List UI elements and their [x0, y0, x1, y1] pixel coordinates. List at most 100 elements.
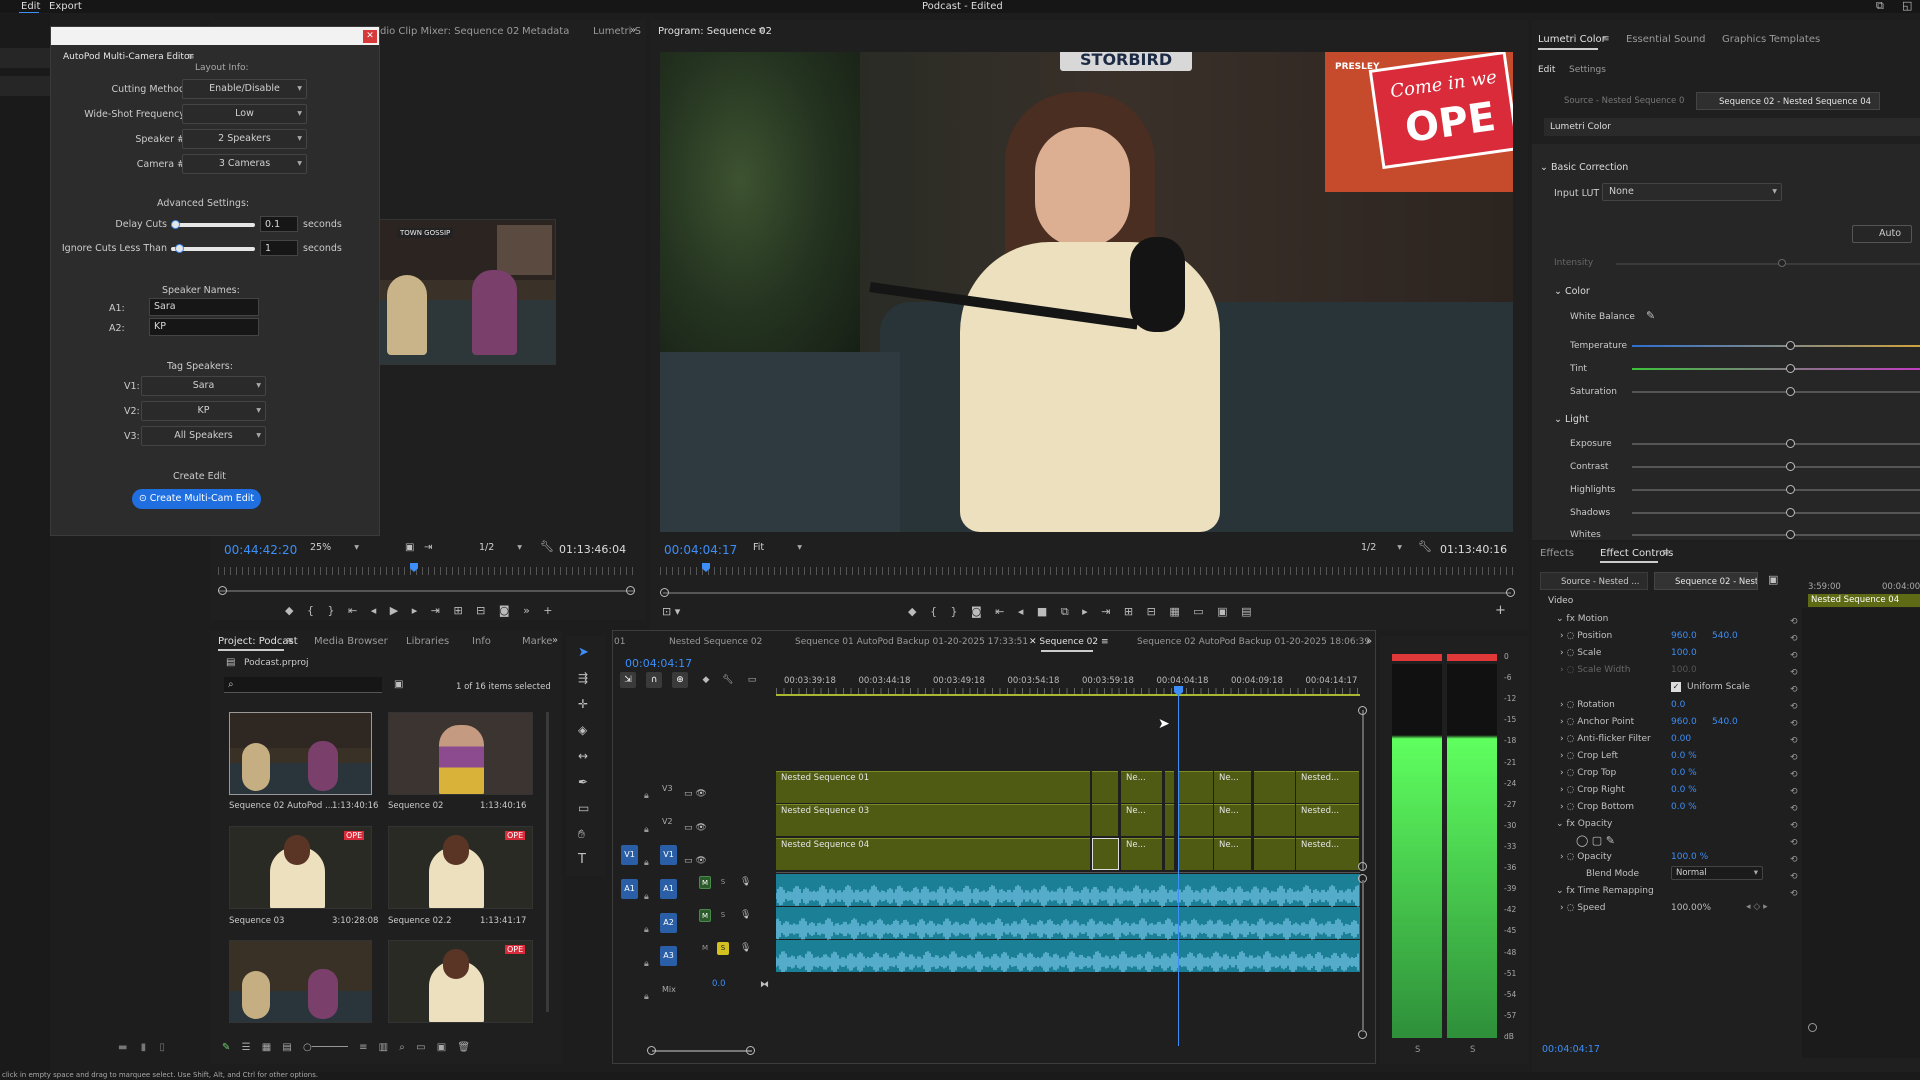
clip-segment[interactable] — [1165, 838, 1174, 870]
ec-crop-bottom[interactable]: › ◌ Crop Bottom — [1560, 802, 1634, 812]
program-wrench-icon[interactable]: 🔧︎ — [1418, 541, 1432, 553]
camera-icon[interactable]: ◙ — [499, 604, 510, 617]
program-zoom-handle-left[interactable] — [660, 588, 669, 597]
program-fit-select[interactable]: Fit — [750, 541, 806, 557]
source-settings-icon[interactable]: ▣ — [405, 542, 414, 554]
in-point-icon[interactable]: { — [930, 605, 937, 618]
pencil-icon[interactable]: ✎ — [222, 1042, 230, 1053]
razor-tool-icon[interactable]: ◈ — [578, 724, 587, 736]
cutting-method-select[interactable]: Enable/Disable — [182, 79, 307, 99]
go-in-icon[interactable]: ⇤ — [995, 605, 1004, 618]
source-wrench-icon[interactable]: 🔧︎ — [540, 541, 554, 553]
a2-mute-button[interactable]: M — [699, 909, 711, 922]
ec-scale[interactable]: › ◌ Scale — [1560, 648, 1601, 658]
lumetri-subtab-edit[interactable]: Edit — [1538, 65, 1555, 75]
clip-segment[interactable]: Nested... — [1296, 838, 1359, 870]
a1-voiceover-icon[interactable]: 🎙︎ — [740, 876, 751, 888]
overwrite-icon[interactable]: ⊟ — [476, 604, 485, 617]
ec-position-y[interactable]: 540.0 — [1712, 631, 1738, 641]
project-item-thumb-5[interactable] — [229, 940, 372, 1023]
lumetri-name-bar[interactable]: Lumetri Color — [1544, 118, 1920, 136]
clip-segment[interactable] — [1254, 771, 1295, 803]
more-icon[interactable]: » — [523, 604, 530, 617]
program-scrubber[interactable] — [660, 567, 1513, 575]
clip-segment[interactable]: Ne... — [1121, 838, 1162, 870]
clip-segment[interactable] — [1178, 838, 1213, 870]
wide-shot-select[interactable]: Low — [182, 104, 307, 124]
a2-solo-button[interactable]: S — [717, 909, 729, 922]
ec-speed[interactable]: › ◌ Speed — [1560, 903, 1605, 913]
out-point-icon[interactable]: } — [327, 604, 334, 617]
ec-flicker[interactable]: › ◌ Anti-flicker Filter — [1560, 734, 1651, 744]
delay-cuts-knob[interactable] — [171, 220, 181, 229]
ec-crop-left[interactable]: › ◌ Crop Left — [1560, 751, 1618, 761]
ec-scale-value[interactable]: 100.0 — [1671, 648, 1697, 658]
linked-select-icon[interactable]: ⊕ — [672, 672, 688, 688]
delete-icon[interactable]: ▯ — [159, 1042, 165, 1053]
source-timecode[interactable]: 00:44:42:20 — [224, 543, 297, 557]
go-out-icon[interactable]: ⇥ — [1101, 605, 1110, 618]
folder-icon[interactable]: ▬ — [118, 1042, 127, 1053]
vr-icon[interactable]: ▣ — [1217, 605, 1227, 618]
basic-correction-heading[interactable]: ⌄ Basic Correction — [1540, 162, 1628, 173]
source-zoom-handle-left[interactable] — [218, 586, 227, 595]
nest-icon[interactable]: ⇲ — [620, 672, 636, 688]
slip-tool-icon[interactable]: ↔ — [578, 750, 588, 762]
ec-opacity-group[interactable]: ⌄ fx Opacity — [1556, 819, 1612, 829]
lift-icon[interactable]: ⊞ — [1124, 605, 1133, 618]
ec-anchor[interactable]: › ◌ Anchor Point — [1560, 717, 1634, 727]
effect-controls-menu-icon[interactable]: ≡ — [1662, 547, 1670, 559]
clip-v2-main[interactable]: Nested Sequence 03 — [776, 804, 1090, 836]
tab-libraries[interactable]: Libraries — [406, 636, 449, 647]
source-scrubber[interactable] — [218, 567, 634, 575]
ec-toggle-timeline-icon[interactable]: ▣ — [1768, 574, 1778, 586]
contrast-knob[interactable] — [1786, 462, 1795, 471]
list-view-icon[interactable]: ☰ — [242, 1042, 251, 1053]
ec-anchor-x[interactable]: 960.0 — [1671, 717, 1697, 727]
play-icon[interactable]: ▶ — [390, 604, 398, 617]
ec-speed-value[interactable]: 100.00% — [1671, 903, 1711, 913]
safe-margins-icon[interactable]: ⊡ ▾ — [662, 606, 680, 618]
temperature-slider[interactable] — [1632, 345, 1920, 347]
v3-speaker-select[interactable]: All Speakers — [141, 426, 266, 446]
fullscreen-icon[interactable]: ◱ — [1902, 0, 1912, 12]
timeline-audio-vertical-scroll[interactable] — [1362, 880, 1364, 1032]
marker-icon[interactable]: ◆ — [285, 604, 293, 617]
ec-opacity-value[interactable]: 100.0 % — [1671, 852, 1708, 862]
a1-solo-button[interactable]: S — [717, 876, 729, 889]
a3-voiceover-icon[interactable]: 🎙︎ — [740, 942, 751, 954]
menu-export[interactable]: Export — [49, 1, 82, 12]
clip-segment[interactable] — [1092, 804, 1118, 836]
tab-seq-01[interactable]: 01 — [614, 637, 625, 647]
v1-speaker-select[interactable]: Sara — [141, 376, 266, 396]
program-add-button-icon[interactable]: + — [1495, 604, 1506, 617]
highlights-slider[interactable] — [1632, 489, 1920, 491]
clip-segment[interactable]: Ne... — [1121, 771, 1162, 803]
clip-segment[interactable] — [1178, 771, 1213, 803]
tab-metadata[interactable]: Metadata — [522, 26, 569, 37]
hand-tool-icon[interactable]: ✋︎ — [578, 828, 585, 840]
intensity-knob[interactable] — [1778, 259, 1786, 267]
a3-solo-button[interactable]: S — [717, 942, 729, 955]
v2-speaker-select[interactable]: KP — [141, 401, 266, 421]
meter-solo-right[interactable]: S — [1470, 1045, 1475, 1055]
tab-markers[interactable]: Marke — [522, 636, 552, 647]
snap-icon[interactable]: ∩ — [646, 672, 662, 688]
go-in-icon[interactable]: ⇤ — [348, 604, 357, 617]
tab-seq-01-backup[interactable]: Sequence 01 AutoPod Backup 01-20-2025 17… — [795, 637, 1028, 647]
camera-count-select[interactable]: 3 Cameras — [182, 154, 307, 174]
clip-v3-main[interactable]: Nested Sequence 01 — [776, 771, 1090, 803]
clip-segment[interactable] — [1254, 838, 1295, 870]
uniform-scale-checkbox[interactable]: ✓ — [1671, 682, 1681, 692]
program-menu-icon[interactable]: ≡ — [758, 25, 766, 37]
shadows-knob[interactable] — [1786, 508, 1795, 517]
new-bin-icon[interactable]: ▭ — [416, 1042, 425, 1053]
tab-seq-02-backup[interactable]: Sequence 02 AutoPod Backup 01-20-2025 18… — [1137, 637, 1370, 647]
ec-crop-bottom-value[interactable]: 0.0 % — [1671, 802, 1697, 812]
mix-value[interactable]: 0.0 — [712, 979, 726, 989]
timeline-vertical-scroll[interactable] — [1362, 710, 1364, 870]
ec-crop-right-value[interactable]: 0.0 % — [1671, 785, 1697, 795]
ec-anchor-y[interactable]: 540.0 — [1712, 717, 1738, 727]
clip-segment[interactable]: Ne... — [1214, 838, 1251, 870]
tint-knob[interactable] — [1786, 364, 1795, 373]
